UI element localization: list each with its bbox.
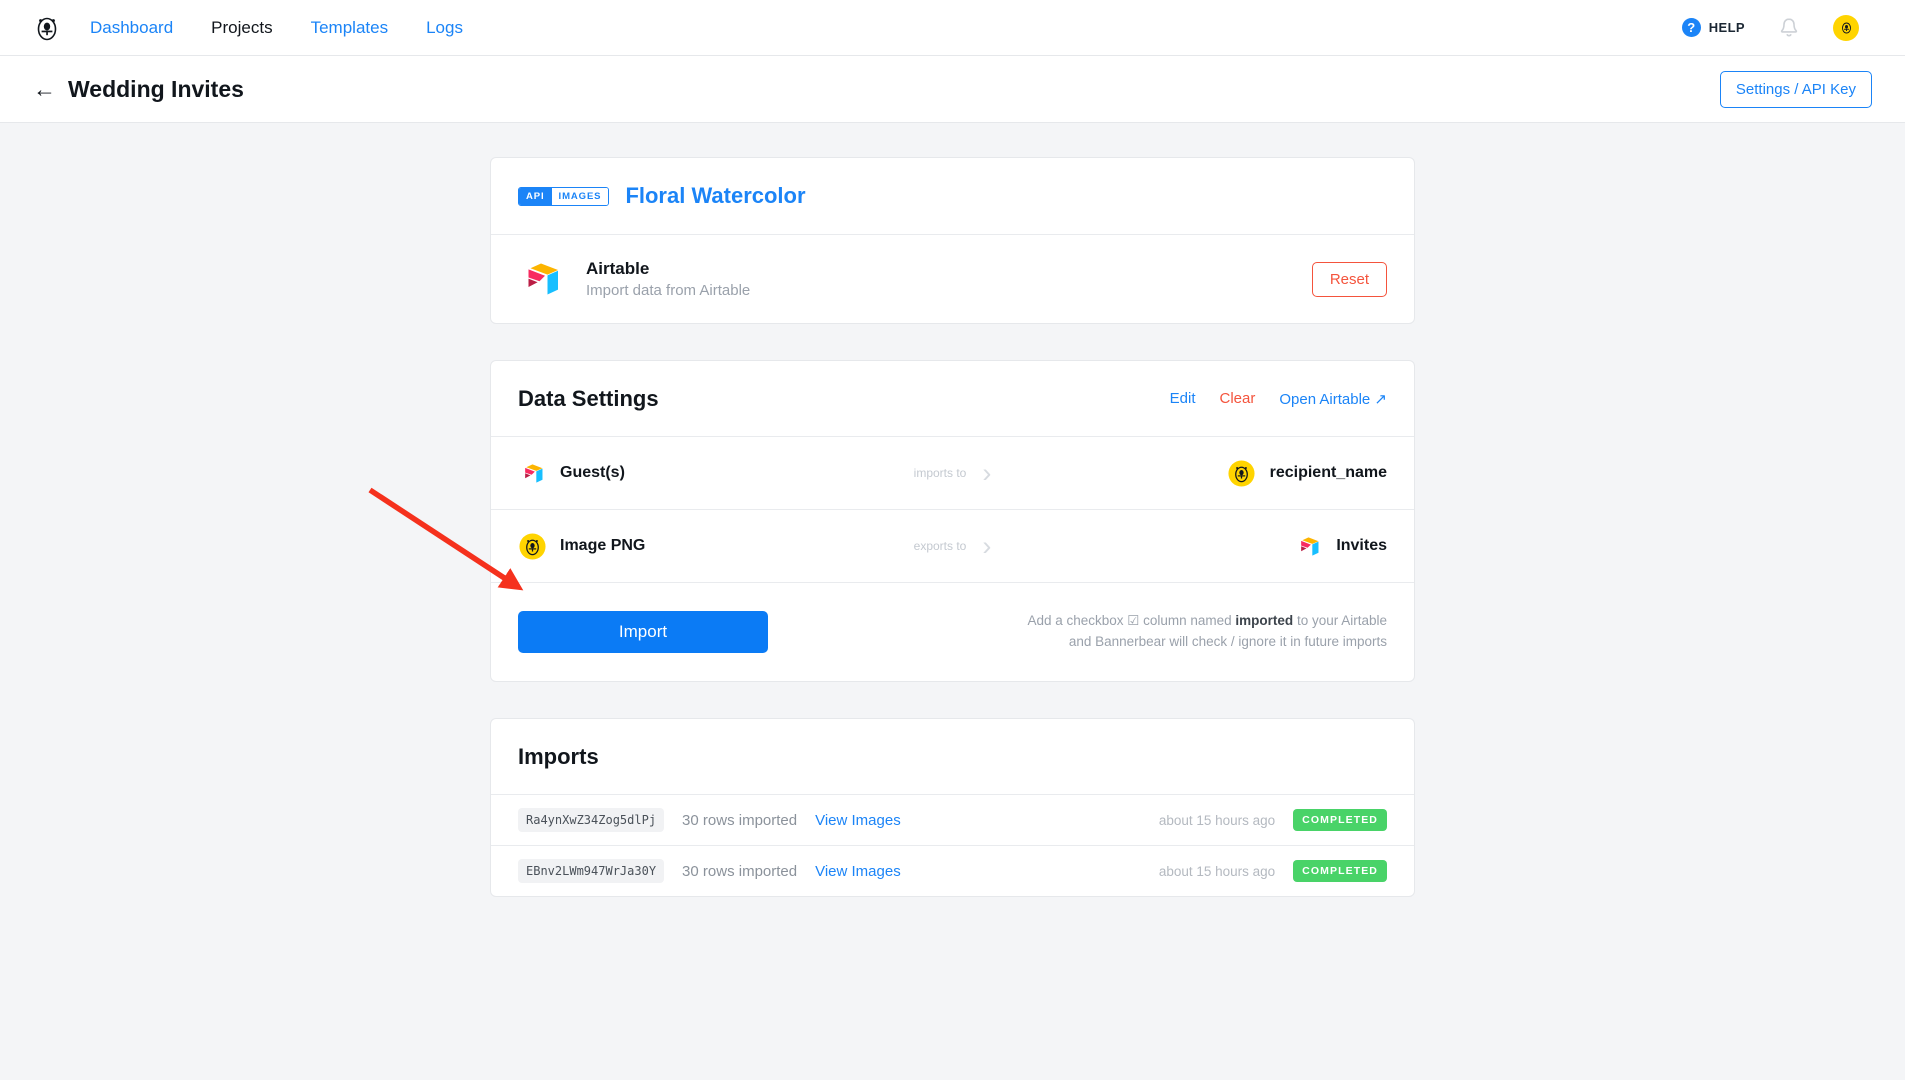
nav-link-logs[interactable]: Logs bbox=[426, 18, 463, 38]
question-mark-icon: ? bbox=[1681, 18, 1701, 37]
mapping-row: Image PNG exports to › Invites bbox=[491, 510, 1414, 582]
import-button[interactable]: Import bbox=[518, 611, 768, 653]
avatar[interactable] bbox=[1833, 14, 1859, 41]
import-action-row: Import Add a checkbox ☑ column named imp… bbox=[491, 583, 1414, 681]
mapping-target: Invites bbox=[1087, 532, 1387, 560]
import-rows-count: 30 rows imported bbox=[682, 862, 798, 880]
badge-images: IMAGES bbox=[551, 187, 609, 205]
chevron-right-icon: › bbox=[982, 530, 992, 561]
import-hint-bold: imported bbox=[1235, 613, 1294, 629]
mapping-source: Image PNG bbox=[518, 532, 818, 560]
help-button[interactable]: ? HELP bbox=[1681, 18, 1745, 37]
mapping-source-label: Image PNG bbox=[560, 537, 646, 554]
template-source-card: API IMAGES Floral Watercolor Airtable Im… bbox=[490, 157, 1415, 324]
template-header: API IMAGES Floral Watercolor bbox=[491, 158, 1414, 234]
page-title: Wedding Invites bbox=[68, 75, 244, 102]
mapping-row: Guest(s) imports to › recipient_name bbox=[491, 437, 1414, 509]
data-settings-card: Data Settings Edit Clear Open Airtable ↗ bbox=[490, 360, 1415, 682]
status-badge: COMPLETED bbox=[1293, 860, 1387, 882]
data-settings-actions: Edit Clear Open Airtable ↗ bbox=[1170, 390, 1387, 408]
import-hint: Add a checkbox ☑ column named imported t… bbox=[1027, 611, 1387, 653]
settings-api-key-button[interactable]: Settings / API Key bbox=[1719, 70, 1872, 108]
import-hint-post: to your Airtable bbox=[1293, 613, 1387, 629]
view-images-link[interactable]: View Images bbox=[815, 812, 901, 829]
template-type-badge: API IMAGES bbox=[518, 186, 610, 206]
clear-link[interactable]: Clear bbox=[1220, 390, 1256, 407]
airtable-logo-icon bbox=[518, 256, 564, 302]
import-time: about 15 hours ago bbox=[1158, 812, 1276, 828]
imports-header: Imports bbox=[491, 719, 1414, 794]
open-airtable-link[interactable]: Open Airtable ↗ bbox=[1279, 390, 1387, 408]
bannerbear-logo-icon[interactable] bbox=[30, 11, 64, 45]
template-name-link[interactable]: Floral Watercolor bbox=[625, 183, 805, 209]
mapping-verb: imports to bbox=[913, 466, 967, 480]
bannerbear-logo-icon bbox=[1228, 459, 1256, 487]
imports-title: Imports bbox=[518, 743, 599, 769]
nav-link-projects[interactable]: Projects bbox=[211, 18, 272, 38]
import-hint-line2: and Bannerbear will check / ignore it in… bbox=[1068, 634, 1387, 649]
nav-link-dashboard[interactable]: Dashboard bbox=[90, 18, 173, 38]
data-settings-title: Data Settings bbox=[518, 385, 659, 411]
mapping-source-label: Guest(s) bbox=[560, 464, 625, 481]
source-title: Airtable bbox=[586, 259, 650, 278]
import-hint-pre: Add a checkbox ☑ column named bbox=[1027, 613, 1236, 629]
app-page: Dashboard Projects Templates Logs ? HELP bbox=[0, 0, 1905, 1080]
bell-icon[interactable] bbox=[1779, 17, 1799, 39]
badge-api: API bbox=[519, 187, 552, 205]
nav-link-templates[interactable]: Templates bbox=[311, 18, 388, 38]
main-content: API IMAGES Floral Watercolor Airtable Im… bbox=[0, 123, 1905, 933]
chevron-right-icon: › bbox=[982, 457, 992, 488]
mapping-target-label: recipient_name bbox=[1269, 464, 1387, 481]
airtable-logo-icon bbox=[518, 459, 546, 487]
view-images-link[interactable]: View Images bbox=[815, 863, 901, 880]
source-subtitle: Import data from Airtable bbox=[586, 282, 751, 299]
mapping-target-label: Invites bbox=[1336, 537, 1387, 554]
mapping-source: Guest(s) bbox=[518, 459, 818, 487]
nav-links: Dashboard Projects Templates Logs bbox=[90, 18, 463, 38]
airtable-logo-icon bbox=[1294, 532, 1322, 560]
reset-button[interactable]: Reset bbox=[1311, 261, 1387, 297]
import-id: Ra4ynXwZ34Zog5dlPj bbox=[518, 808, 665, 832]
navbar-right-actions: ? HELP bbox=[1681, 14, 1881, 41]
import-rows-count: 30 rows imported bbox=[682, 811, 798, 829]
arrow-left-icon[interactable]: ← bbox=[33, 77, 56, 101]
status-badge: COMPLETED bbox=[1293, 809, 1387, 831]
bannerbear-logo-icon bbox=[518, 532, 546, 560]
data-settings-header: Data Settings Edit Clear Open Airtable ↗ bbox=[491, 361, 1414, 436]
page-header: ← Wedding Invites Settings / API Key bbox=[0, 56, 1905, 123]
mapping-target: recipient_name bbox=[1087, 459, 1387, 487]
mapping-verb: exports to bbox=[913, 539, 967, 553]
mapping-direction: imports to › bbox=[818, 457, 1087, 488]
table-row: Ra4ynXwZ34Zog5dlPj 30 rows imported View… bbox=[491, 795, 1414, 845]
top-navbar: Dashboard Projects Templates Logs ? HELP bbox=[0, 0, 1905, 56]
source-row: Airtable Import data from Airtable Reset bbox=[491, 235, 1414, 323]
source-texts: Airtable Import data from Airtable bbox=[586, 259, 750, 299]
import-time: about 15 hours ago bbox=[1158, 863, 1276, 879]
mapping-direction: exports to › bbox=[818, 530, 1087, 561]
imports-card: Imports Ra4ynXwZ34Zog5dlPj 30 rows impor… bbox=[490, 718, 1415, 897]
table-row: EBnv2LWm947WrJa30Y 30 rows imported View… bbox=[491, 846, 1414, 896]
edit-link[interactable]: Edit bbox=[1170, 390, 1196, 407]
help-label: HELP bbox=[1708, 20, 1745, 35]
import-id: EBnv2LWm947WrJa30Y bbox=[518, 859, 665, 883]
